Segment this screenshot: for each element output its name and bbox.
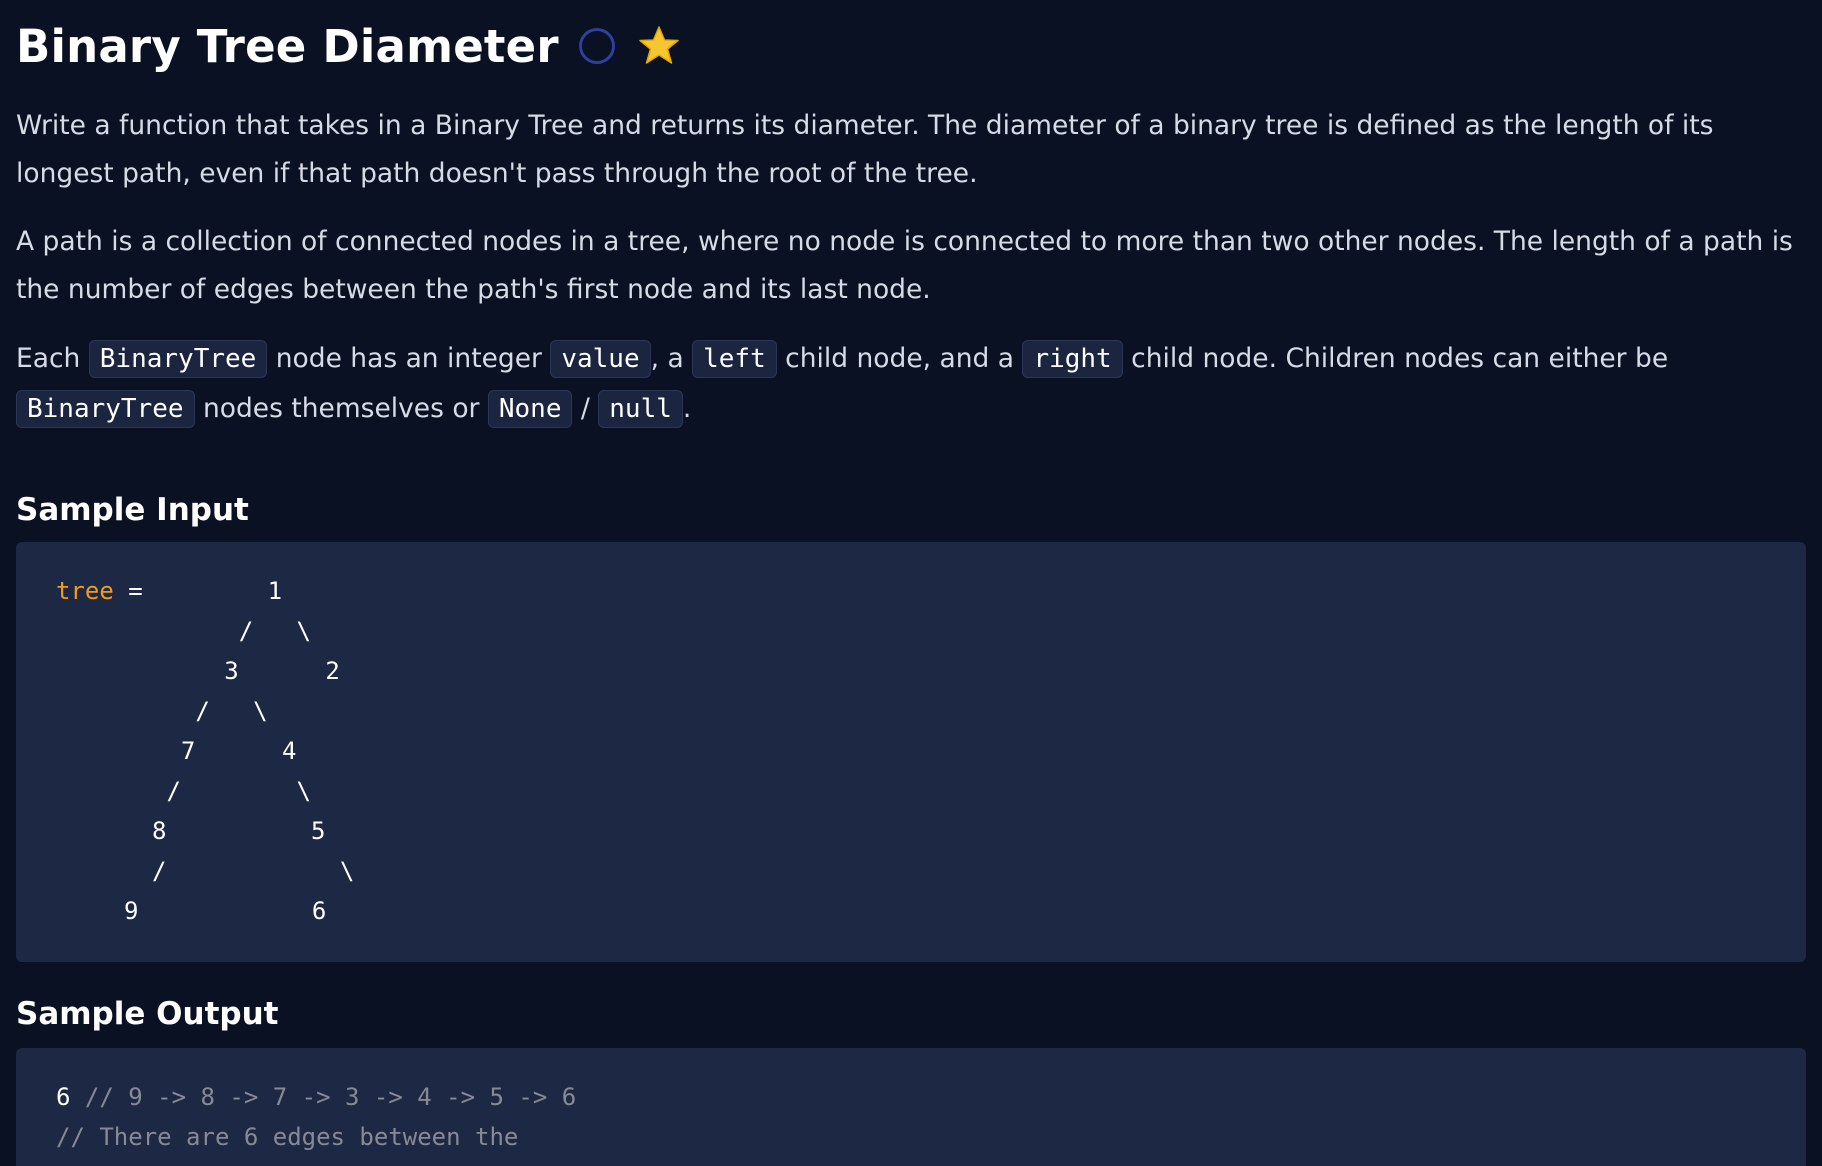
tree-line: / \ (152, 617, 311, 645)
description-paragraph-2: A path is a collection of connected node… (16, 226, 1793, 305)
inline-code-null: null (598, 390, 683, 428)
tree-line: / \ (152, 697, 268, 725)
sample-input-code: tree = 1 / \ 3 2 / \ 7 4 / \ 8 5 / \ 9 6 (16, 542, 1806, 962)
paragraph-text: child node. Children nodes can either be (1122, 343, 1669, 374)
tree-line: / \ (152, 857, 355, 885)
tree-line: / \ (152, 777, 311, 805)
empty-circle-icon[interactable] (578, 28, 615, 64)
output-line-1: 6 // 9 -> 8 -> 7 -> 3 -> 4 -> 5 -> 6 (56, 1082, 576, 1112)
assign-operator: = (113, 577, 143, 605)
title-row: Binary Tree Diameter (16, 0, 1806, 92)
sample-output-code: 6 // 9 -> 8 -> 7 -> 3 -> 4 -> 5 -> 6 // … (16, 1048, 1806, 1166)
tree-assignment: tree = (56, 576, 143, 606)
paragraph-text: node has an integer (267, 343, 551, 374)
problem-title: Binary Tree Diameter (16, 19, 559, 73)
description-paragraph-1: Write a function that takes in a Binary … (16, 110, 1714, 189)
paragraph-text: , a (650, 343, 693, 374)
tree-line: 8 5 (152, 817, 326, 845)
paragraph-text: . (682, 393, 692, 424)
sample-input-heading: Sample Input (16, 492, 249, 528)
inline-code-right: right (1022, 340, 1123, 378)
output-comment: // 9 -> 8 -> 7 -> 3 -> 4 -> 5 -> 6 (70, 1083, 577, 1111)
inline-code-left: left (692, 340, 777, 378)
sample-output-heading: Sample Output (16, 996, 279, 1032)
paragraph-text: / (572, 393, 599, 424)
inline-code-binarytree: BinaryTree (88, 340, 268, 378)
tree-line: 9 6 (124, 897, 327, 925)
output-value: 6 (56, 1083, 71, 1111)
paragraph-text: nodes themselves or (194, 393, 488, 424)
star-icon[interactable] (637, 24, 681, 68)
inline-code-binarytree: BinaryTree (16, 390, 195, 428)
description-paragraph-3: Each BinaryTree node has an integer valu… (16, 334, 1806, 434)
inline-code-none: None (487, 390, 573, 428)
tree-line: 1 (152, 577, 283, 605)
paragraph-text: Each (16, 343, 89, 374)
problem-page: Binary Tree Diameter Write a function th… (0, 0, 1822, 1166)
tree-variable: tree (56, 577, 114, 605)
paragraph-text: child node, and a (776, 343, 1023, 374)
inline-code-value: value (550, 340, 651, 378)
output-comment: // There are 6 edges between the (56, 1123, 519, 1151)
tree-line: 3 2 (152, 657, 340, 685)
tree-line: 7 4 (152, 737, 297, 765)
